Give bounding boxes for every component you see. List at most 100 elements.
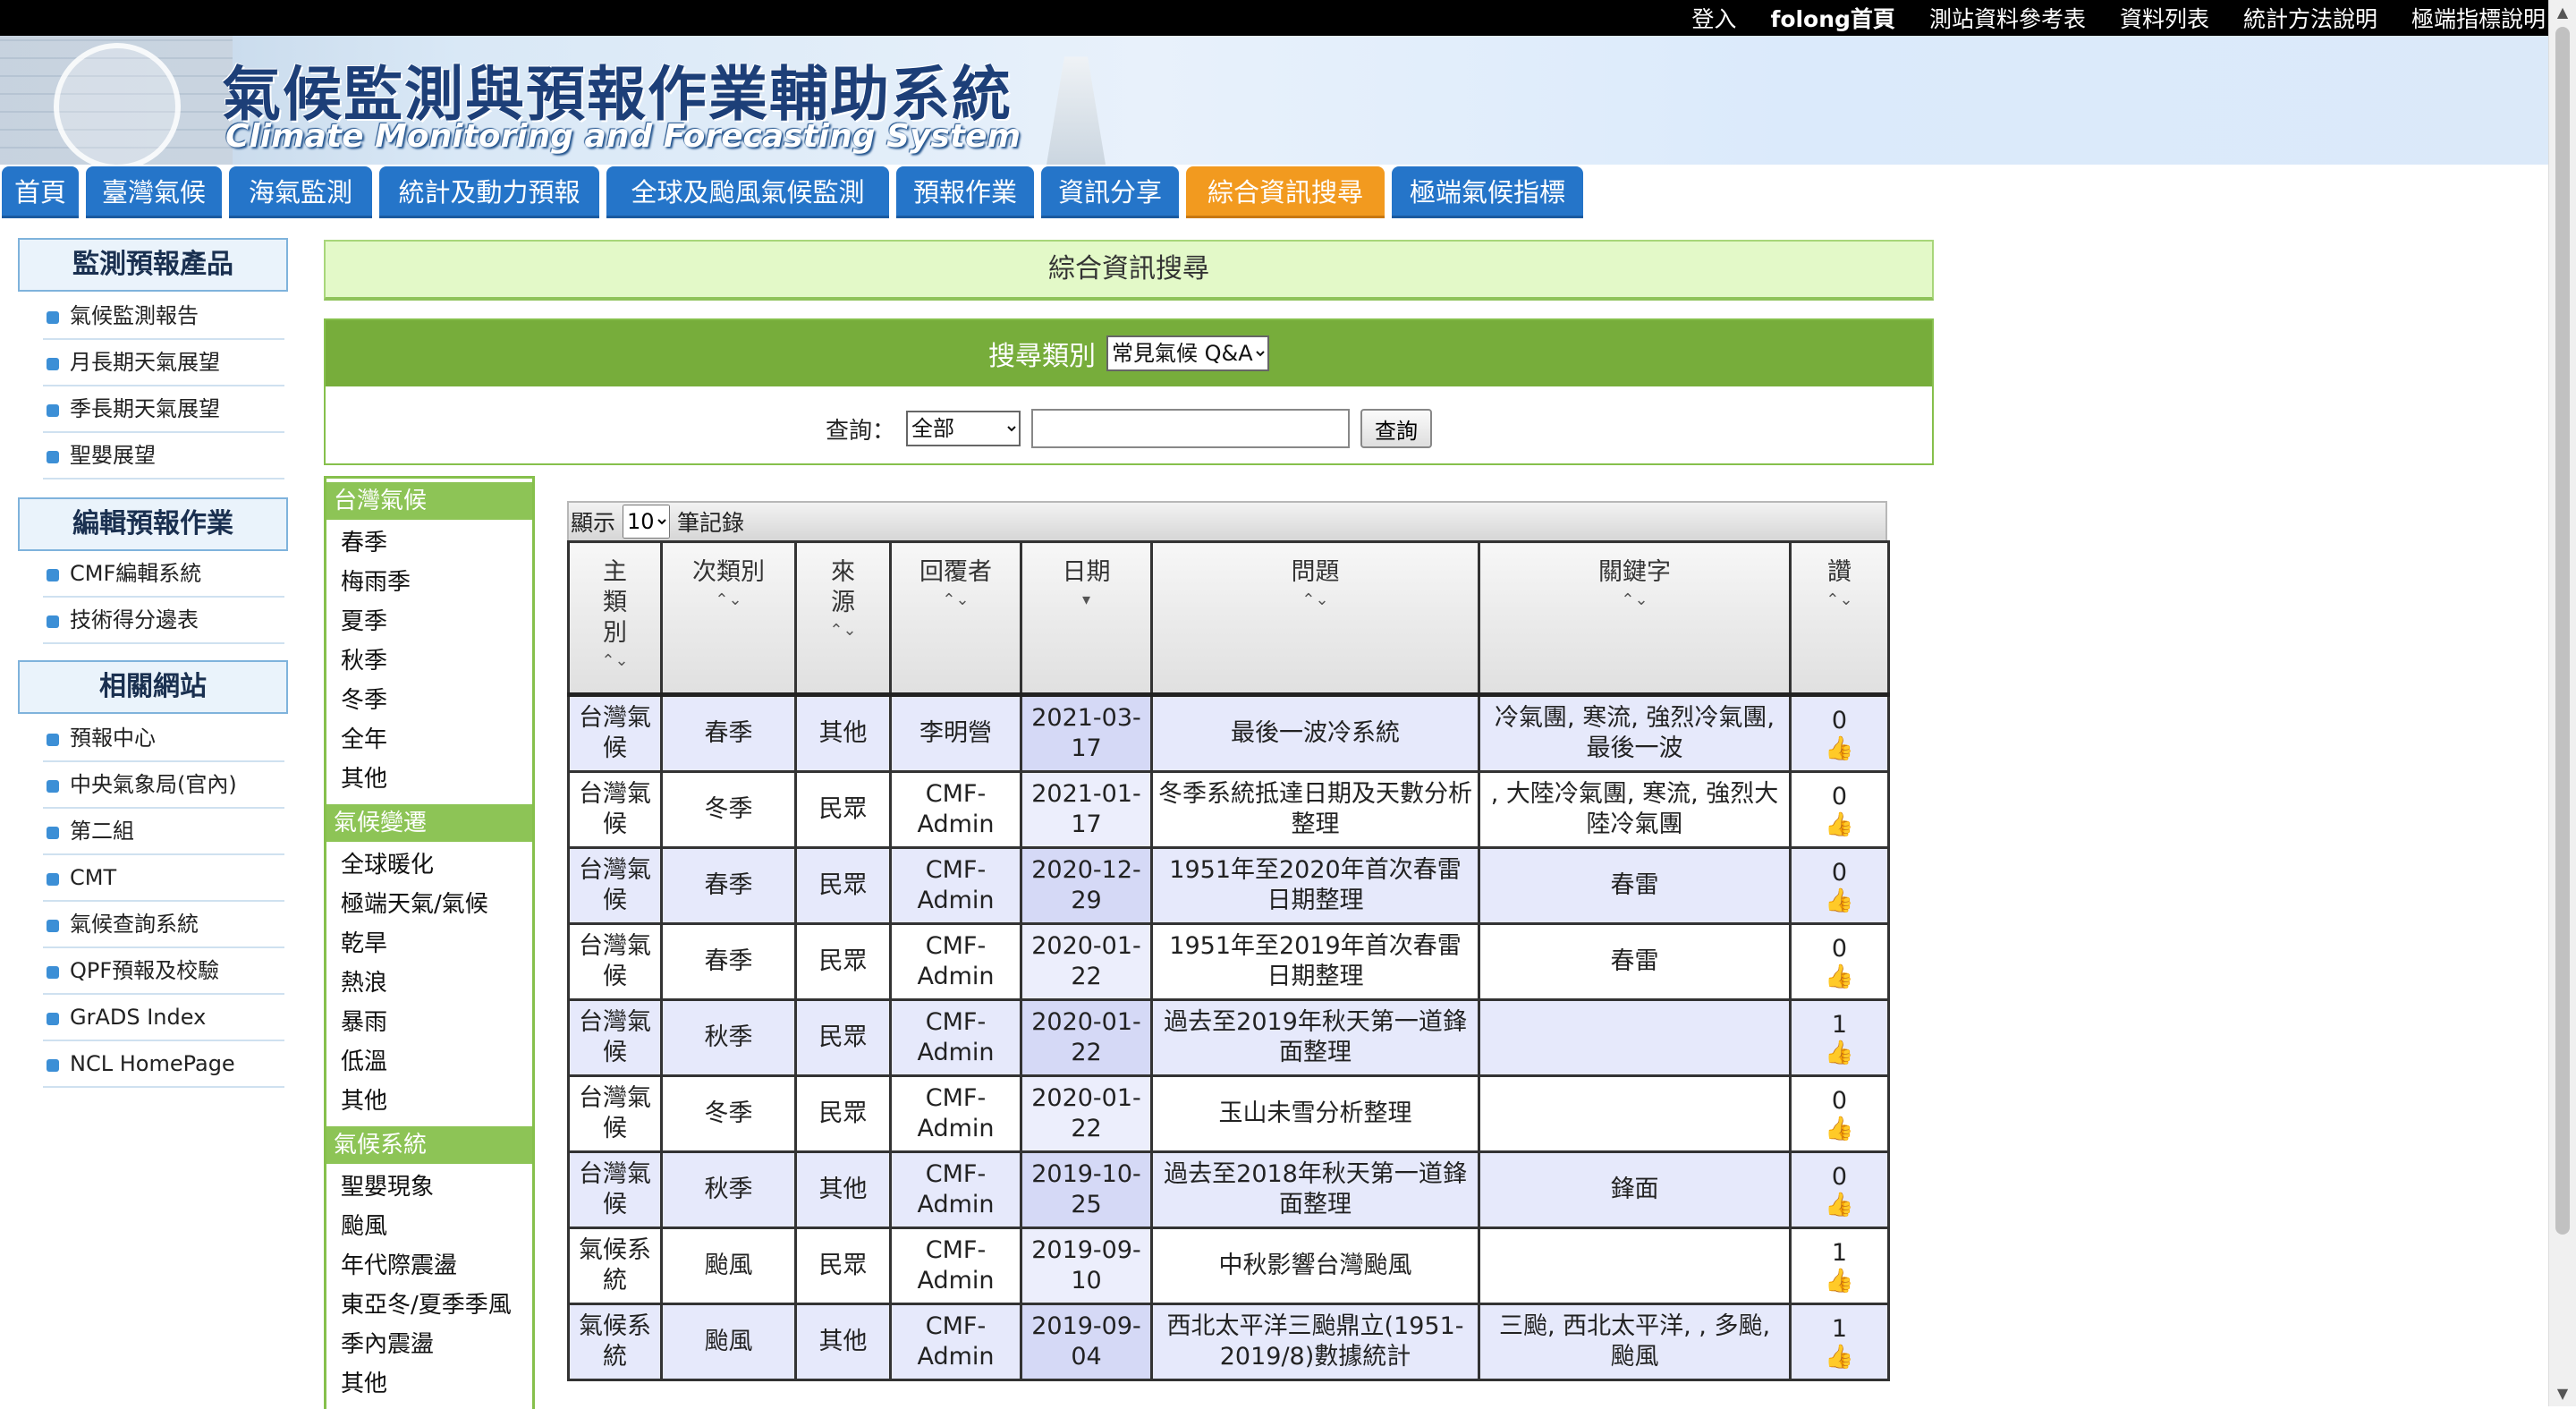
thumbs-up-icon[interactable]: 👍: [1797, 1040, 1882, 1065]
category-item[interactable]: 極端天氣/氣候: [341, 885, 532, 924]
category-item[interactable]: 其他: [341, 1364, 532, 1404]
query-button[interactable]: 查詢: [1360, 409, 1432, 448]
col-header-sub-category[interactable]: 次類別 ⌃⌄: [660, 540, 797, 697]
category-item[interactable]: 颱風: [341, 1207, 532, 1246]
scroll-down-icon[interactable]: ▼: [2549, 1381, 2576, 1406]
top-link-extreme-index[interactable]: 極端指標說明: [2411, 2, 2546, 34]
category-item[interactable]: 全球暖化: [341, 845, 532, 885]
table-row[interactable]: 台灣氣候 春季 民眾 CMF-Admin 2020-01-22 1951年至20…: [567, 922, 1890, 1001]
category-head-taiwan-climate[interactable]: 台灣氣候: [326, 482, 532, 520]
category-item[interactable]: 冬季: [341, 681, 532, 720]
top-link-login[interactable]: 登入: [1691, 2, 1736, 34]
category-item[interactable]: 熱浪: [341, 963, 532, 1003]
table-row[interactable]: 氣候系統 颱風 其他 CMF-Admin 2019-09-04 西北太平洋三颱鼎…: [567, 1303, 1890, 1381]
thumbs-up-icon[interactable]: 👍: [1797, 1116, 1882, 1142]
table-row[interactable]: 台灣氣候 秋季 民眾 CMF-Admin 2020-01-22 過去至2019年…: [567, 998, 1890, 1077]
thumbs-up-icon[interactable]: 👍: [1797, 812, 1882, 837]
cell-question[interactable]: 玉山未雪分析整理: [1150, 1074, 1480, 1153]
nav-info-share[interactable]: 資訊分享: [1041, 166, 1179, 218]
category-item[interactable]: 其他: [341, 1082, 532, 1121]
top-link-folong-home[interactable]: folong首頁: [1770, 2, 1895, 34]
col-header-question[interactable]: 問題 ⌃⌄: [1150, 540, 1480, 697]
nav-ocean-atmosphere[interactable]: 海氣監測: [229, 166, 372, 218]
sidebar-item-skill-score[interactable]: 技術得分邊表: [43, 598, 284, 644]
table-row[interactable]: 氣候系統 颱風 民眾 CMF-Admin 2019-09-10 中秋影響台灣颱風…: [567, 1227, 1890, 1305]
category-item[interactable]: 暴雨: [341, 1003, 532, 1042]
show-label: 顯示: [571, 510, 616, 536]
cell-question[interactable]: 過去至2018年秋天第一道鋒面整理: [1150, 1150, 1480, 1229]
sidebar-item-enso-outlook[interactable]: 聖嬰展望: [43, 433, 284, 480]
col-header-responder[interactable]: 回覆者 ⌃⌄: [889, 540, 1022, 697]
cell-keywords: 冷氣團, 寒流, 強烈冷氣團, 最後一波: [1478, 693, 1792, 773]
thumbs-up-icon[interactable]: 👍: [1797, 964, 1882, 989]
col-header-source[interactable]: 來源 ⌃⌄: [794, 540, 892, 697]
category-item[interactable]: 低溫: [341, 1042, 532, 1082]
scroll-thumb[interactable]: [2555, 27, 2570, 1235]
sidebar-item-monitor-report[interactable]: 氣候監測報告: [43, 293, 284, 340]
category-item[interactable]: 春季: [341, 523, 532, 563]
sidebar-item-grads-index[interactable]: GrADS Index: [43, 995, 284, 1041]
category-item[interactable]: 其他: [341, 760, 532, 799]
category-item[interactable]: 全年: [341, 720, 532, 760]
sidebar-item-forecast-center[interactable]: 預報中心: [43, 716, 284, 762]
sidebar-item-second-division[interactable]: 第二組: [43, 809, 284, 855]
thumbs-up-icon[interactable]: 👍: [1797, 888, 1882, 913]
category-item[interactable]: 聖嬰現象: [341, 1167, 532, 1207]
thumbs-up-icon[interactable]: 👍: [1797, 736, 1882, 761]
col-header-likes[interactable]: 讚 ⌃⌄: [1789, 540, 1890, 697]
category-head-climate-system[interactable]: 氣候系統: [326, 1126, 532, 1164]
sidebar-item-cmt[interactable]: CMT: [43, 855, 284, 902]
cell-question[interactable]: 過去至2019年秋天第一道鋒面整理: [1150, 998, 1480, 1077]
thumbs-up-icon[interactable]: 👍: [1797, 1345, 1882, 1370]
category-item[interactable]: 夏季: [341, 602, 532, 641]
sidebar-item-seasonal-outlook[interactable]: 季長期天氣展望: [43, 386, 284, 433]
category-item[interactable]: 秋季: [341, 641, 532, 681]
nav-stat-dynamic-forecast[interactable]: 統計及動力預報: [379, 166, 599, 218]
table-row[interactable]: 台灣氣候 冬季 民眾 CMF-Admin 2020-01-22 玉山未雪分析整理…: [567, 1074, 1890, 1153]
cell-question[interactable]: 1951年至2019年首次春雷日期整理: [1150, 922, 1480, 1001]
cell-question[interactable]: 西北太平洋三颱鼎立(1951-2019/8)數據統計: [1150, 1303, 1480, 1381]
cell-question[interactable]: 最後一波冷系統: [1150, 693, 1480, 773]
cell-question[interactable]: 1951年至2020年首次春雷日期整理: [1150, 846, 1480, 925]
sidebar-item-cwb-internal[interactable]: 中央氣象局(官內): [43, 762, 284, 809]
category-item[interactable]: 東亞冬/夏季季風: [341, 1286, 532, 1325]
page-scrollbar[interactable]: ▲ ▼: [2548, 0, 2576, 1406]
nav-integrated-search[interactable]: 綜合資訊搜尋: [1186, 166, 1385, 218]
query-input[interactable]: [1031, 409, 1350, 448]
nav-taiwan-climate[interactable]: 臺灣氣候: [86, 166, 222, 218]
cell-question[interactable]: 冬季系統抵達日期及天數分析整理: [1150, 770, 1480, 849]
cell-question[interactable]: 中秋影響台灣颱風: [1150, 1227, 1480, 1305]
top-link-station-ref[interactable]: 測站資料參考表: [1929, 2, 2086, 34]
query-scope-select[interactable]: 全部: [906, 411, 1021, 446]
category-head-climate-change[interactable]: 氣候變遷: [326, 804, 532, 842]
nav-forecast-ops[interactable]: 預報作業: [896, 166, 1034, 218]
category-item[interactable]: 季內震盪: [341, 1325, 532, 1364]
table-row[interactable]: 台灣氣候 春季 民眾 CMF-Admin 2020-12-29 1951年至20…: [567, 846, 1890, 925]
sidebar-item-climate-query[interactable]: 氣候查詢系統: [43, 902, 284, 948]
sidebar-item-qpf[interactable]: QPF預報及校驗: [43, 948, 284, 995]
scroll-up-icon[interactable]: ▲: [2549, 0, 2576, 25]
nav-global-typhoon[interactable]: 全球及颱風氣候監測: [606, 166, 889, 218]
search-category-select[interactable]: 常見氣候 Q&A: [1106, 335, 1269, 371]
col-header-main-category[interactable]: 主類別 ⌃⌄: [567, 540, 663, 697]
sidebar-item-monthly-outlook[interactable]: 月長期天氣展望: [43, 340, 284, 386]
sidebar-item-ncl-homepage[interactable]: NCL HomePage: [43, 1041, 284, 1088]
nav-home[interactable]: 首頁: [2, 166, 79, 218]
thumbs-up-icon[interactable]: 👍: [1797, 1193, 1882, 1218]
table-row[interactable]: 台灣氣候 秋季 其他 CMF-Admin 2019-10-25 過去至2018年…: [567, 1150, 1890, 1229]
col-header-date[interactable]: 日期 ▾: [1020, 540, 1153, 697]
table-row[interactable]: 台灣氣候 春季 其他 李明營 2021-03-17 最後一波冷系統 冷氣團, 寒…: [567, 693, 1890, 773]
category-item[interactable]: 年代際震盪: [341, 1246, 532, 1286]
page-size-select[interactable]: 10: [623, 505, 671, 539]
nav-extreme-index[interactable]: 極端氣候指標: [1392, 166, 1583, 218]
top-link-data-list[interactable]: 資料列表: [2120, 2, 2209, 34]
category-item[interactable]: 乾旱: [341, 924, 532, 963]
category-item[interactable]: 梅雨季: [341, 563, 532, 602]
thumbs-up-icon[interactable]: 👍: [1797, 1269, 1882, 1294]
sort-arrows-icon: ⌃⌄: [715, 590, 742, 609]
top-link-stat-method[interactable]: 統計方法說明: [2243, 2, 2377, 34]
sidebar-item-cmf-editor[interactable]: CMF編輯系統: [43, 551, 284, 598]
table-row[interactable]: 台灣氣候 冬季 民眾 CMF-Admin 2021-01-17 冬季系統抵達日期…: [567, 770, 1890, 849]
query-row: 查詢： 全部 查詢: [326, 406, 1932, 451]
col-header-keywords[interactable]: 關鍵字 ⌃⌄: [1478, 540, 1792, 697]
